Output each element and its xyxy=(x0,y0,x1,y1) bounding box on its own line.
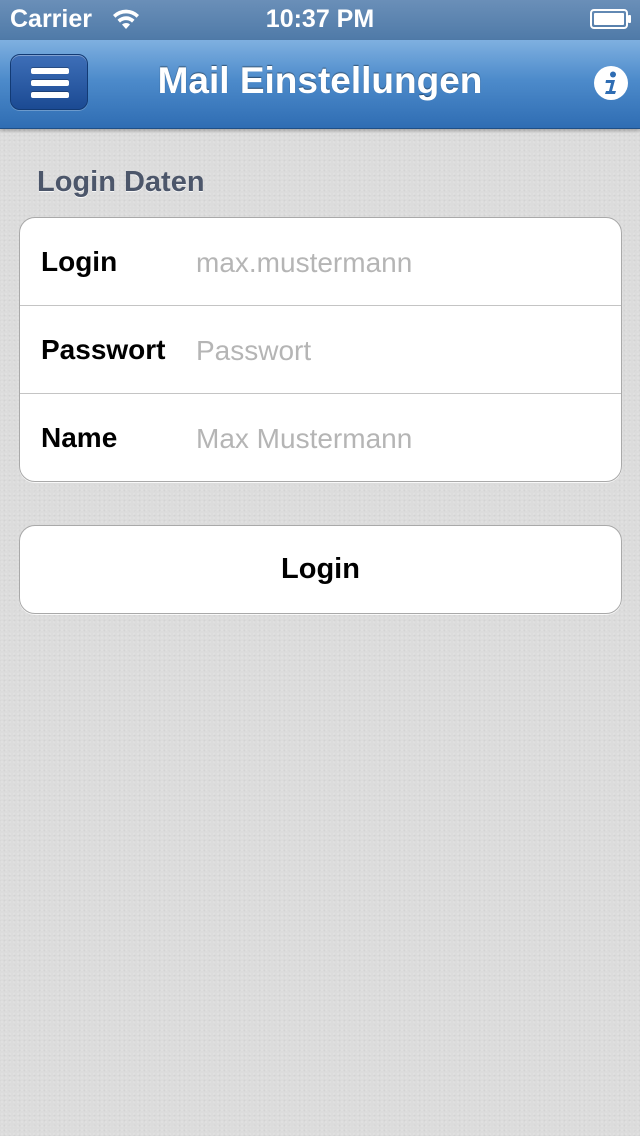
name-label: Name xyxy=(41,422,118,453)
status-time: 10:37 PM xyxy=(265,5,375,33)
password-input[interactable] xyxy=(196,334,596,368)
login-input[interactable] xyxy=(196,246,596,280)
form-row-login[interactable]: Login xyxy=(20,218,621,306)
password-label: Passwort xyxy=(41,334,166,365)
navigation-bar: Mail Einstellungen xyxy=(0,40,640,129)
status-bar: Carrier 10:37 PM xyxy=(0,0,640,40)
form-row-name[interactable]: Name xyxy=(20,393,621,482)
login-form-group: Login Passwort Name xyxy=(19,217,622,482)
form-row-password[interactable]: Passwort xyxy=(20,305,621,394)
login-label: Login xyxy=(41,246,118,277)
info-icon[interactable] xyxy=(593,65,629,101)
section-header: Login Daten xyxy=(37,166,205,198)
login-button[interactable]: Login xyxy=(19,525,622,614)
battery-icon xyxy=(590,9,631,29)
name-input[interactable] xyxy=(196,422,596,456)
page-title: Mail Einstellungen xyxy=(157,60,483,101)
